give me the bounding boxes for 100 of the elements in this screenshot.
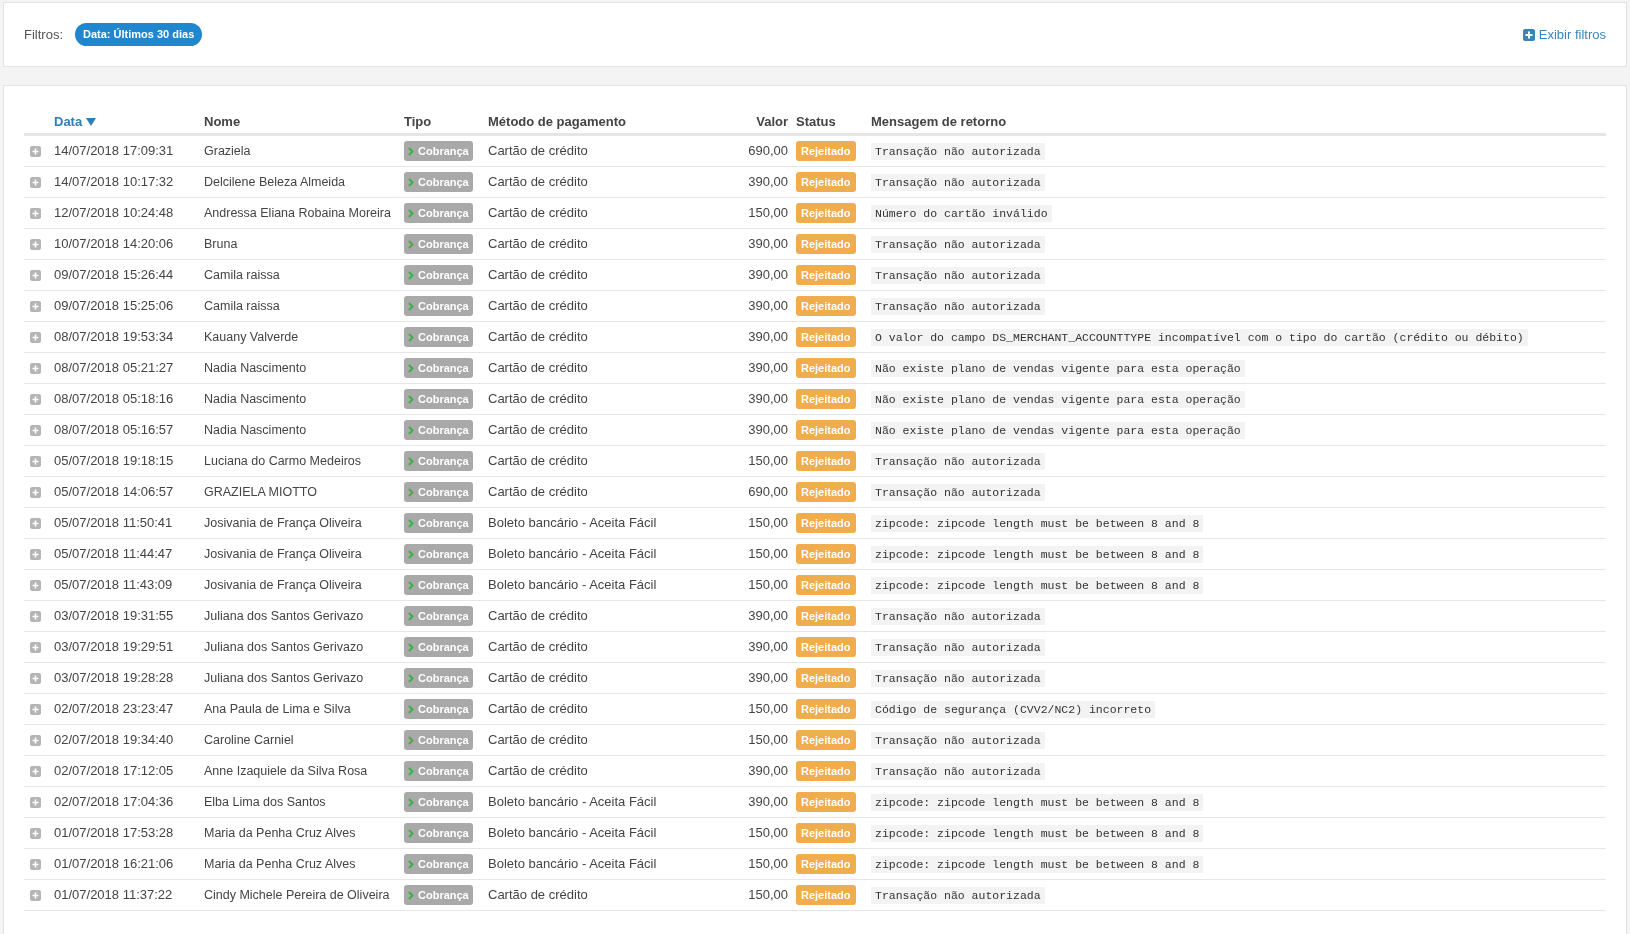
name-cell: Maria da Penha Cruz Alves: [204, 826, 356, 841]
filter-chip[interactable]: Data: Últimos 30 dias: [75, 23, 203, 46]
chevron-icon: [408, 828, 414, 838]
name-cell: Graziela: [204, 144, 251, 159]
return-message: Transação não autorizada: [871, 887, 1045, 905]
expand-icon[interactable]: [30, 331, 41, 343]
return-message: zipcode: zipcode length must be between 8 and 8: [871, 856, 1204, 874]
expand-icon[interactable]: [30, 424, 41, 436]
status-badge: Rejeitado: [796, 389, 856, 409]
type-badge: Cobrança: [404, 513, 473, 533]
status-badge: Rejeitado: [796, 203, 856, 223]
column-header[interactable]: Data: [54, 111, 83, 132]
return-message: Transação não autorizada: [871, 267, 1045, 285]
date-cell: 12/07/2018 10:24:48: [54, 205, 174, 221]
type-badge: Cobrança: [404, 637, 473, 657]
method-cell: Cartão de crédito: [488, 174, 588, 190]
expand-icon[interactable]: [30, 641, 41, 653]
status-badge: Rejeitado: [796, 730, 856, 750]
expand-icon[interactable]: [30, 486, 41, 498]
expand-icon[interactable]: [30, 393, 41, 405]
column-header[interactable]: Nome: [204, 111, 241, 132]
value-cell-text: 390,00: [748, 762, 788, 781]
status-badge: Rejeitado: [796, 141, 856, 161]
method-cell: Cartão de crédito: [488, 236, 588, 252]
chevron-icon: [408, 456, 414, 466]
expand-icon[interactable]: [30, 796, 41, 808]
name-cell: Josivania de França Oliveira: [204, 547, 362, 562]
show-filters-link[interactable]: Exibir filtros: [1522, 24, 1606, 45]
expand-icon[interactable]: [30, 703, 41, 715]
expand-icon[interactable]: [30, 548, 41, 560]
value-cell-text: 390,00: [748, 390, 788, 409]
name-cell: Josivania de França Oliveira: [204, 516, 362, 531]
method-cell: Cartão de crédito: [488, 329, 588, 345]
type-badge: Cobrança: [404, 668, 473, 688]
date-cell: 09/07/2018 15:26:44: [54, 267, 174, 283]
status-badge: Rejeitado: [796, 544, 856, 564]
value-cell-text: 390,00: [748, 607, 788, 626]
column-header[interactable]: Método de pagamento: [488, 111, 626, 132]
value-cell-text: 390,00: [748, 638, 788, 657]
expand-icon[interactable]: [30, 207, 41, 219]
return-message: Transação não autorizada: [871, 143, 1045, 161]
name-cell: Cindy Michele Pereira de Oliveira: [204, 888, 390, 903]
status-badge: Rejeitado: [796, 296, 856, 316]
expand-icon[interactable]: [30, 145, 41, 157]
return-message: zipcode: zipcode length must be between 8 and 8: [871, 825, 1204, 843]
status-badge: Rejeitado: [796, 358, 856, 378]
return-message: Transação não autorizada: [871, 670, 1045, 688]
expand-icon[interactable]: [30, 579, 41, 591]
column-header[interactable]: Status: [796, 111, 836, 132]
expand-icon[interactable]: [30, 858, 41, 870]
column-header[interactable]: Mensagem de retorno: [871, 111, 1007, 132]
chevron-icon: [408, 797, 414, 807]
name-cell: Elba Lima dos Santos: [204, 795, 326, 810]
chevron-icon: [408, 735, 414, 745]
name-cell: Nadia Nascimento: [204, 392, 307, 407]
method-cell: Cartão de crédito: [488, 360, 588, 376]
date-cell: 02/07/2018 19:34:40: [54, 732, 174, 748]
expand-icon[interactable]: [30, 765, 41, 777]
expand-icon[interactable]: [30, 362, 41, 374]
column-header[interactable]: Tipo: [404, 111, 432, 132]
value-cell-text: 390,00: [748, 421, 788, 440]
return-message: Transação não autorizada: [871, 484, 1045, 502]
date-cell: 01/07/2018 11:37:22: [54, 887, 173, 903]
expand-icon[interactable]: [30, 734, 41, 746]
return-message: Transação não autorizada: [871, 732, 1045, 750]
return-message: zipcode: zipcode length must be between 8 and 8: [871, 546, 1204, 564]
chevron-icon: [408, 146, 414, 156]
column-header[interactable]: Valor: [756, 111, 788, 132]
expand-icon[interactable]: [30, 889, 41, 901]
date-cell: 08/07/2018 05:18:16: [54, 391, 174, 407]
name-cell: GRAZIELA MIOTTO: [204, 485, 317, 500]
method-cell: Cartão de crédito: [488, 298, 588, 314]
return-message: zipcode: zipcode length must be between 8 and 8: [871, 794, 1204, 812]
value-cell-text: 150,00: [748, 855, 788, 874]
status-badge: Rejeitado: [796, 327, 856, 347]
status-badge: Rejeitado: [796, 885, 856, 905]
name-cell: Kauany Valverde: [204, 330, 299, 345]
chevron-icon: [408, 642, 414, 652]
expand-icon[interactable]: [30, 517, 41, 529]
expand-icon[interactable]: [30, 827, 41, 839]
name-cell: Camila raissa: [204, 299, 280, 314]
expand-icon[interactable]: [30, 300, 41, 312]
expand-icon[interactable]: [30, 238, 41, 250]
name-cell: Caroline Carniel: [204, 733, 294, 748]
expand-icon[interactable]: [30, 672, 41, 684]
type-badge: Cobrança: [404, 823, 473, 843]
method-cell: Cartão de crédito: [488, 205, 588, 221]
expand-icon[interactable]: [30, 176, 41, 188]
value-cell-text: 390,00: [748, 235, 788, 254]
expand-icon[interactable]: [30, 455, 41, 467]
value-cell-text: 150,00: [748, 204, 788, 223]
date-cell: 05/07/2018 19:18:15: [54, 453, 174, 469]
type-badge: Cobrança: [404, 792, 473, 812]
expand-icon[interactable]: [30, 269, 41, 281]
filters-label: Filtros:: [24, 25, 63, 44]
method-cell: Cartão de crédito: [488, 484, 588, 500]
date-cell: 05/07/2018 11:50:41: [54, 515, 173, 531]
value-cell-text: 390,00: [748, 793, 788, 812]
expand-icon[interactable]: [30, 610, 41, 622]
chevron-icon: [408, 766, 414, 776]
